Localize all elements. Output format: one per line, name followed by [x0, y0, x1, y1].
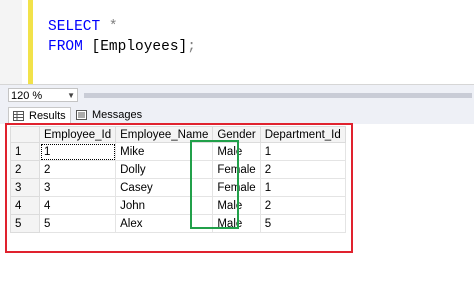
table-cell[interactable]: Male [212, 214, 261, 233]
table-cell[interactable]: 3 [38, 178, 117, 197]
table-row[interactable]: 3 3 Casey Female 1 [10, 178, 346, 197]
table-row[interactable]: 4 4 John Male 2 [10, 196, 346, 215]
results-grid[interactable]: Employee_Id Employee_Name Gender Departm… [10, 126, 346, 233]
editor-gutter [0, 0, 22, 84]
grid-header-row: Employee_Id Employee_Name Gender Departm… [10, 126, 346, 143]
table-cell[interactable]: Mike [115, 142, 214, 161]
sql-code[interactable]: SELECT * FROM [Employees]; [48, 17, 196, 57]
messages-icon [76, 110, 87, 120]
keyword-from: FROM [48, 39, 83, 55]
column-header[interactable]: Employee_Name [115, 126, 214, 143]
row-number[interactable]: 2 [10, 160, 40, 179]
table-cell[interactable]: Female [212, 178, 261, 197]
tab-results[interactable]: Results [8, 107, 71, 124]
tab-results-label: Results [29, 110, 66, 122]
row-number[interactable]: 1 [10, 142, 40, 161]
table-cell[interactable]: Male [212, 196, 261, 215]
zoom-dropdown[interactable]: 120 % ▼ [8, 88, 78, 102]
table-cell[interactable]: 1 [38, 142, 117, 161]
table-cell[interactable]: 4 [38, 196, 117, 215]
change-marker [28, 0, 33, 84]
column-header[interactable]: Employee_Id [38, 126, 117, 143]
tab-messages[interactable]: Messages [72, 107, 146, 124]
table-cell[interactable]: Female [212, 160, 261, 179]
zoom-strip: 120 % ▼ [0, 84, 474, 107]
tab-messages-label: Messages [92, 109, 143, 121]
results-pane: Employee_Id Employee_Name Gender Departm… [0, 124, 474, 289]
table-cell[interactable]: 2 [259, 160, 346, 179]
semicolon: ; [187, 39, 196, 55]
grid-icon [13, 111, 24, 121]
table-cell[interactable]: Casey [115, 178, 214, 197]
results-tab-strip: Results Messages [0, 106, 474, 124]
table-cell[interactable]: 1 [259, 142, 346, 161]
corner-cell[interactable] [10, 126, 40, 143]
column-header[interactable]: Department_Id [259, 126, 346, 143]
row-number[interactable]: 5 [10, 214, 40, 233]
table-row[interactable]: 5 5 Alex Male 5 [10, 214, 346, 233]
zoom-value: 120 % [11, 90, 43, 102]
row-number[interactable]: 3 [10, 178, 40, 197]
table-cell[interactable]: 1 [259, 178, 346, 197]
row-number[interactable]: 4 [10, 196, 40, 215]
table-cell[interactable]: Alex [115, 214, 214, 233]
table-cell[interactable]: 5 [259, 214, 346, 233]
table-cell[interactable]: 5 [38, 214, 117, 233]
table-row[interactable]: 1 1 Mike Male 1 [10, 142, 346, 161]
table-cell[interactable]: John [115, 196, 214, 215]
table-row[interactable]: 2 2 Dolly Female 2 [10, 160, 346, 179]
column-header[interactable]: Gender [212, 126, 261, 143]
keyword-select: SELECT [48, 19, 101, 35]
query-editor[interactable]: SELECT * FROM [Employees]; [0, 0, 474, 84]
chevron-down-icon: ▼ [67, 91, 75, 100]
table-cell[interactable]: 2 [38, 160, 117, 179]
select-star: * [108, 19, 118, 35]
table-name: [Employees] [91, 39, 188, 55]
table-cell[interactable]: 2 [259, 196, 346, 215]
table-cell[interactable]: Dolly [115, 160, 214, 179]
horizontal-scrollbar[interactable] [84, 93, 472, 98]
table-cell[interactable]: Male [212, 142, 261, 161]
